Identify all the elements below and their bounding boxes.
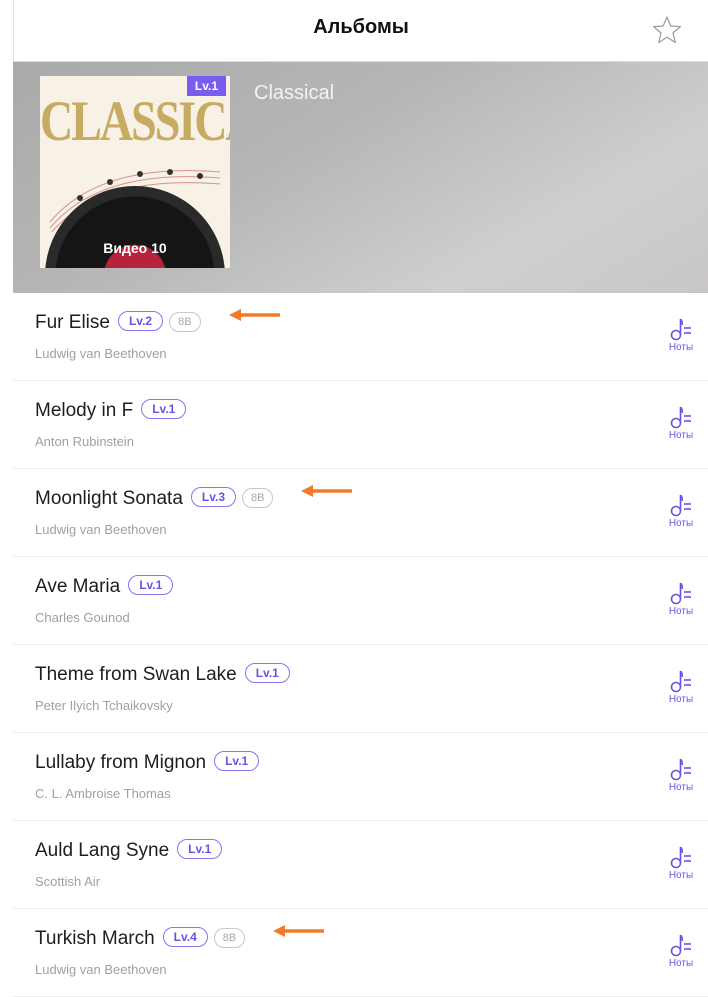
sheet-music-label: Ноты [668,342,694,353]
song-row[interactable]: Moonlight Sonata Lv.3 8B Ludwig van Beetho… [13,469,708,557]
sheet-music-label: Ноты [668,782,694,793]
album-header: CLASSICAL Lv.1 Видео 10 Classical [13,62,708,293]
song-title: Melody in F [35,400,134,421]
sheet-music-label: Ноты [668,958,694,969]
song-artist: Ludwig van Beethoven [35,346,167,361]
sheet-music-label: Ноты [668,606,694,617]
sheet-music-button[interactable]: Ноты [666,581,696,617]
arrow-left-icon [229,309,280,321]
song-title-line: Fur Elise Lv.2 8B [35,311,201,334]
album-title: Classical [254,82,335,104]
music-note-icon [670,670,691,693]
video-count-label: Видео 10 [103,240,167,256]
song-title-line: Turkish March Lv.4 8B [35,927,246,950]
song-row[interactable]: Auld Lang Syne Lv.1 Scottish Air Ноты [13,821,708,909]
level-badge: Lv.1 [214,751,260,771]
song-artist: Scottish Air [35,874,101,889]
page-title: Альбомы [313,16,409,38]
tag-badge: 8B [169,312,201,332]
music-note-icon [670,494,691,517]
level-badge: Lv.1 [177,839,223,859]
star-outline-icon[interactable] [652,15,682,45]
sheet-music-button[interactable]: Ноты [666,669,696,705]
sheet-music-button[interactable]: Ноты [666,405,696,441]
song-artist: Peter Ilyich Tchaikovsky [35,698,173,713]
level-badge: Lv.3 [190,487,237,507]
album-cover[interactable]: CLASSICAL Lv.1 Видео 10 [40,76,230,268]
song-list: Fur Elise Lv.2 8B Ludwig van Beethoven Нот… [13,293,708,997]
song-row[interactable]: Ave Maria Lv.1 Charles Gounod Ноты [13,557,708,645]
song-title: Auld Lang Syne [35,840,170,861]
song-artist: Anton Rubinstein [35,434,135,449]
song-title: Lullaby from Mignon [35,752,207,773]
level-badge: Lv.1 [244,663,290,683]
song-title-line: Moonlight Sonata Lv.3 8B [35,487,274,510]
song-artist: Ludwig van Beethoven [35,962,167,977]
arrow-left-icon [301,485,352,497]
song-artist: C. L. Ambroise Thomas [35,786,171,801]
tag-badge: 8B [213,928,246,948]
music-note-icon [670,406,691,429]
song-title-line: Ave Maria Lv.1 [35,575,174,598]
music-note-icon [670,934,691,957]
sheet-music-button[interactable]: Ноты [666,933,696,969]
sheet-music-button[interactable]: Ноты [666,493,696,529]
level-badge: Lv.2 [117,311,164,331]
music-note-icon [670,582,691,605]
sheet-music-label: Ноты [668,870,694,881]
music-note-icon [670,846,691,869]
song-row[interactable]: Theme from Swan Lake Lv.1 Peter Ilyich Tc… [13,645,708,733]
song-artist: Charles Gounod [35,610,130,625]
song-row[interactable]: Fur Elise Lv.2 8B Ludwig van Beethoven Нот… [13,293,708,381]
level-badge: Lv.4 [162,927,208,947]
song-row[interactable]: Melody in F Lv.1 Anton Rubinstein Ноты [13,381,708,469]
song-title: Turkish March [35,928,155,949]
song-title: Theme from Swan Lake [35,664,237,685]
sheet-music-button[interactable]: Ноты [666,845,696,881]
song-title: Moonlight Sonata [35,488,183,509]
sheet-music-label: Ноты [668,430,694,441]
sheet-music-button[interactable]: Ноты [666,757,696,793]
tag-badge: 8B [242,488,274,508]
song-title-line: Melody in F Lv.1 [35,399,187,422]
level-badge: Lv.1 [186,76,226,96]
song-row[interactable]: Turkish March Lv.4 8B Ludwig van Beethoven… [13,909,708,997]
arrow-left-icon [273,925,324,937]
song-title-line: Auld Lang Syne Lv.1 [35,839,223,862]
song-title: Ave Maria [35,576,121,597]
cover-title-text: CLASSICAL [40,88,230,153]
song-title-line: Lullaby from Mignon Lv.1 [35,751,260,774]
song-title: Fur Elise [35,312,110,333]
music-note-icon [670,758,691,781]
song-title-line: Theme from Swan Lake Lv.1 [35,663,290,686]
top-bar: Альбомы [13,0,708,62]
sheet-music-button[interactable]: Ноты [666,317,696,353]
song-artist: Ludwig van Beethoven [35,522,167,537]
sheet-music-label: Ноты [668,694,694,705]
song-row[interactable]: Lullaby from Mignon Lv.1 C. L. Ambroise T… [13,733,708,821]
level-badge: Lv.1 [141,399,187,419]
music-note-icon [670,318,691,341]
level-badge: Lv.1 [128,575,174,595]
sheet-music-label: Ноты [668,518,694,529]
